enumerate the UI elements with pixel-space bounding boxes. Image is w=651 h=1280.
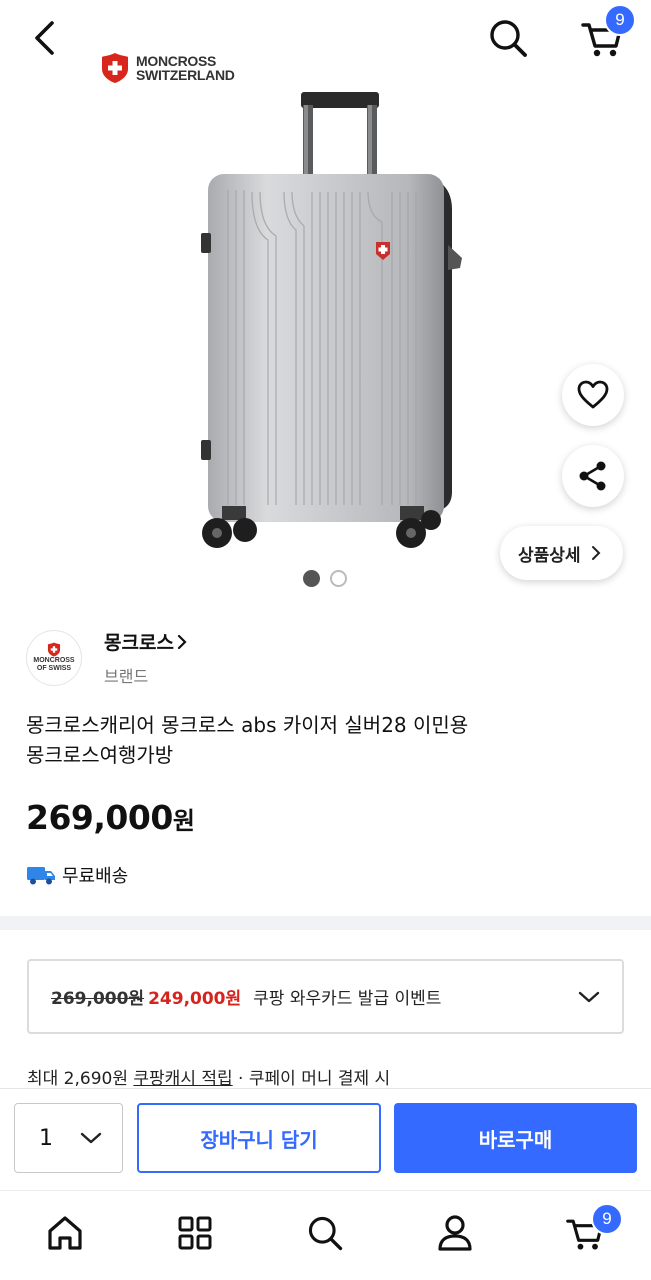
- quantity-select[interactable]: 1: [14, 1103, 123, 1173]
- bottom-nav: 9: [0, 1190, 651, 1280]
- wishlist-button[interactable]: [562, 364, 624, 426]
- card-promo-dropdown[interactable]: 269,000원 249,000원 쿠팡 와우카드 발급 이벤트: [27, 959, 624, 1034]
- cash-reward-prefix: 최대 2,690원: [27, 1069, 134, 1089]
- image-pagination: [303, 570, 347, 587]
- cash-reward-line: 최대 2,690원 쿠팡캐시 적립 · 쿠페이 머니 결제 시: [27, 1064, 390, 1089]
- nav-search[interactable]: [303, 1211, 347, 1255]
- product-image[interactable]: [0, 50, 651, 570]
- cash-reward-suffix: · 쿠페이 머니 결제 시: [232, 1069, 391, 1089]
- chevron-down-icon: [578, 991, 600, 1002]
- brand-sub-label: 브랜드: [104, 667, 149, 686]
- search-button[interactable]: [486, 16, 530, 60]
- product-title-line2: 몽크로스여행가방: [26, 743, 174, 767]
- product-page: MONCROSS SWITZERLAND 9 상품상세 MONCROSS OF …: [0, 0, 651, 1280]
- product-detail-button[interactable]: 상품상세: [500, 526, 623, 580]
- brand-name-link[interactable]: 몽크로스: [104, 628, 188, 655]
- account-icon: [438, 1215, 472, 1251]
- cart-button[interactable]: 9: [580, 4, 636, 60]
- product-price: 269,000원: [26, 798, 195, 837]
- nav-cart-count-badge: 9: [591, 1203, 623, 1235]
- chevron-down-icon: [80, 1132, 102, 1144]
- search-icon: [308, 1216, 343, 1251]
- heart-icon: [577, 380, 609, 409]
- product-detail-label: 상품상세: [518, 545, 581, 566]
- shipping-label: 무료배송: [62, 866, 129, 887]
- home-icon: [48, 1216, 82, 1250]
- product-title-line1: 몽크로스캐리어 몽크로스 abs 카이저 실버28 이민용: [26, 713, 469, 737]
- brand-info: 몽크로스 브랜드: [104, 628, 188, 687]
- brand-avatar[interactable]: MONCROSS OF SWISS: [26, 629, 82, 686]
- section-divider: [0, 916, 651, 930]
- chevron-right-icon: [177, 634, 187, 649]
- search-icon: [490, 20, 527, 57]
- brand-avatar-line2: OF SWISS: [36, 665, 72, 672]
- price-value: 269,000: [26, 798, 173, 837]
- back-icon: [35, 21, 54, 55]
- brand-row[interactable]: MONCROSS OF SWISS 몽크로스 브랜드: [26, 628, 188, 687]
- add-to-cart-button[interactable]: 장바구니 담기: [137, 1103, 381, 1173]
- suitcase-image: [201, 92, 462, 548]
- price-unit: 원: [172, 807, 195, 835]
- brand-avatar-line1: MONCROSS: [33, 657, 75, 664]
- back-button[interactable]: [26, 18, 66, 58]
- product-title: 몽크로스캐리어 몽크로스 abs 카이저 실버28 이민용 몽크로스여행가방: [26, 710, 626, 770]
- purchase-bar: 1 장바구니 담기 바로구매: [0, 1088, 651, 1190]
- brand-name: 몽크로스: [104, 632, 174, 654]
- pagination-dot[interactable]: [330, 570, 347, 587]
- buy-now-button[interactable]: 바로구매: [394, 1103, 637, 1173]
- nav-cart[interactable]: 9: [563, 1203, 623, 1255]
- shipping-info: 무료배송: [26, 862, 128, 888]
- nav-home[interactable]: [43, 1211, 87, 1255]
- truck-icon: [27, 867, 55, 885]
- promo-old-price: 269,000원: [51, 989, 145, 1009]
- share-button[interactable]: [562, 445, 624, 507]
- promo-new-price: 249,000원: [148, 989, 242, 1009]
- pagination-dot-active[interactable]: [303, 570, 320, 587]
- quantity-value: 1: [39, 1125, 53, 1151]
- share-icon: [579, 461, 606, 491]
- nav-category[interactable]: [173, 1211, 217, 1255]
- top-bar: 9: [0, 0, 651, 80]
- category-icon: [178, 1216, 212, 1250]
- coupang-cash-link[interactable]: 쿠팡캐시 적립: [133, 1069, 232, 1089]
- promo-description: 쿠팡 와우카드 발급 이벤트: [253, 989, 442, 1009]
- nav-my-account[interactable]: [433, 1211, 477, 1255]
- swiss-shield-icon: [47, 642, 61, 657]
- cart-count-badge: 9: [604, 4, 636, 36]
- chevron-right-icon: [591, 546, 600, 560]
